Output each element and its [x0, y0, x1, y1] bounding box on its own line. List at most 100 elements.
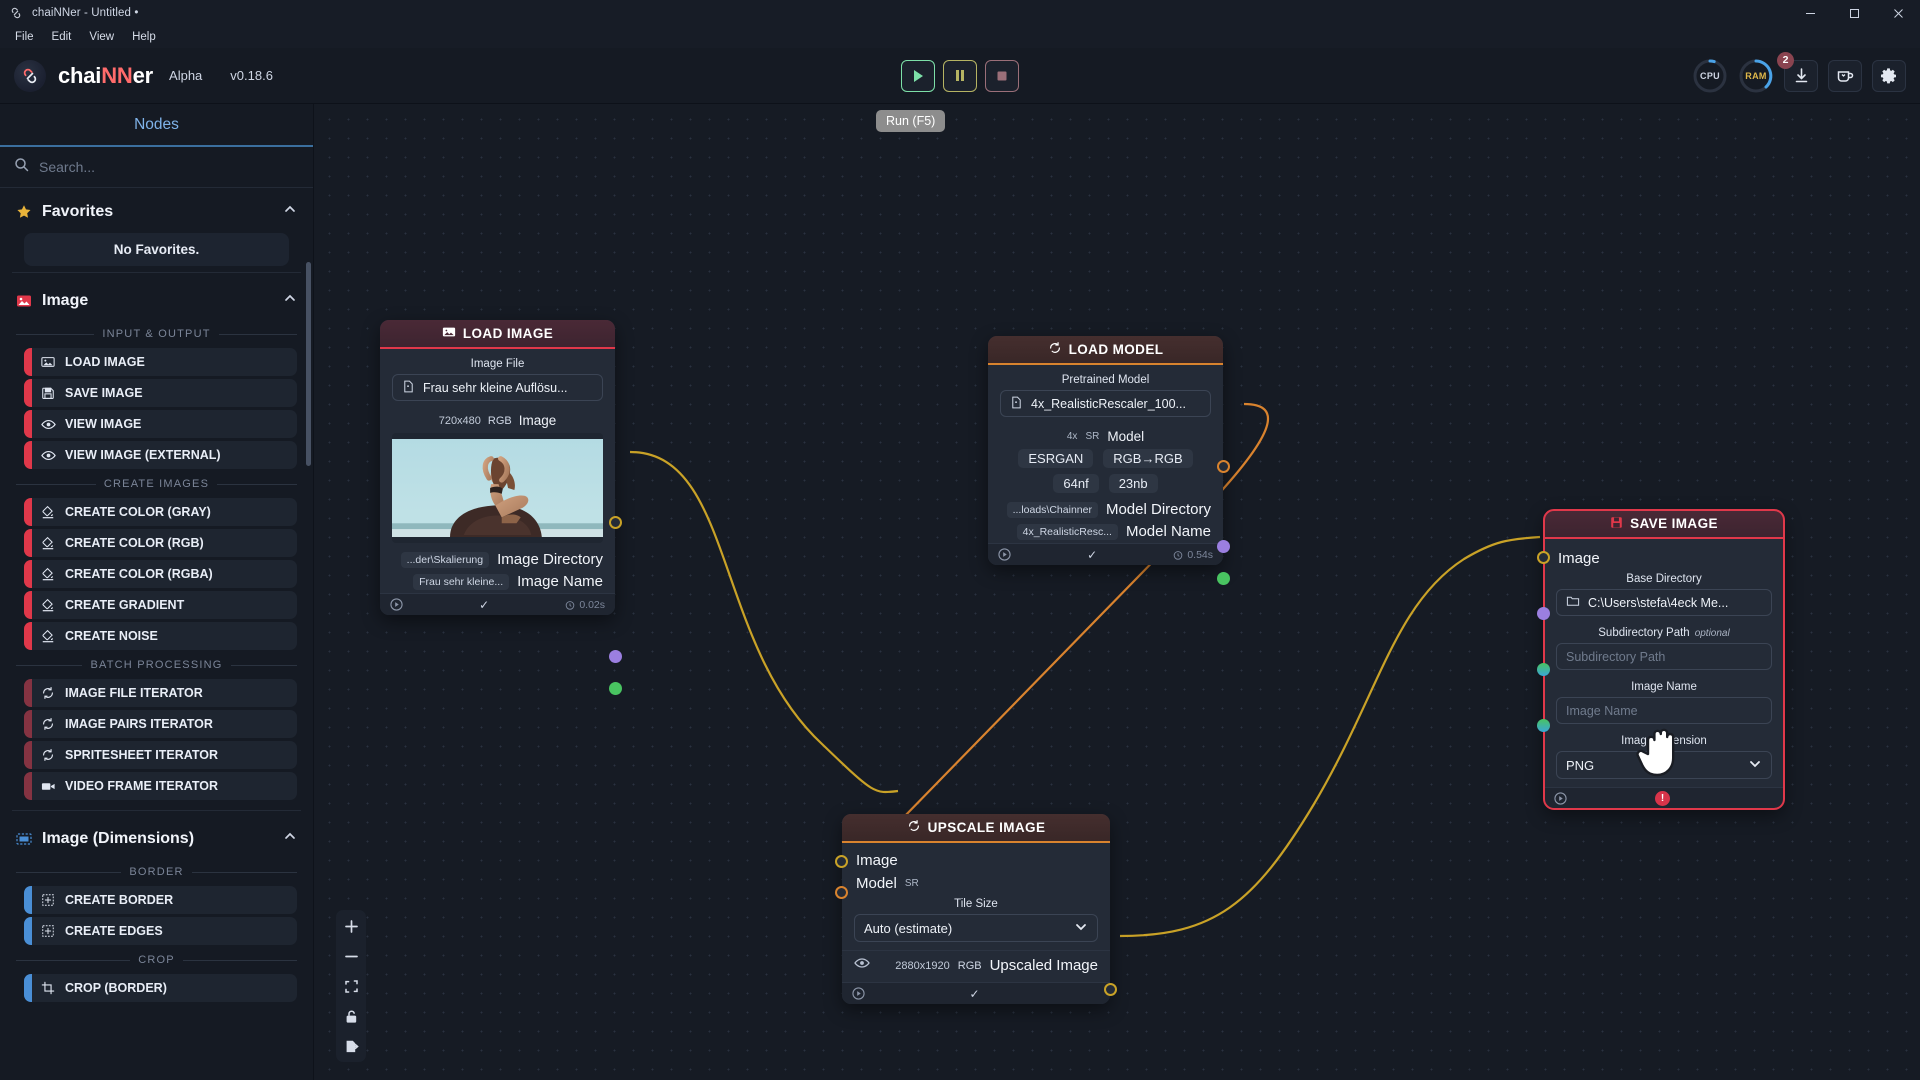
lock-button[interactable] — [340, 1006, 362, 1026]
run-node-button[interactable] — [852, 987, 865, 1000]
brand-suffix: er — [132, 62, 154, 88]
crop-icon — [40, 980, 56, 996]
sidebar-item-save-image[interactable]: SAVE IMAGE — [24, 379, 297, 407]
sidebar-category-favorites[interactable]: Favorites — [0, 188, 313, 233]
sidebar-item-image-pairs-iterator[interactable]: IMAGE PAIRS ITERATOR — [24, 710, 297, 738]
eye-icon — [40, 416, 56, 432]
maximize-icon[interactable] — [1832, 0, 1876, 26]
preview-eye-icon[interactable] — [854, 955, 870, 976]
zoom-out-button[interactable] — [340, 946, 362, 966]
close-icon[interactable] — [1876, 0, 1920, 26]
base-directory-input[interactable]: C:\Users\stefa\4eck Me... — [1556, 589, 1772, 616]
sidebar-item-view-image-external[interactable]: VIEW IMAGE (EXTERNAL) — [24, 441, 297, 469]
subdirectory-path-placeholder: Subdirectory Path — [1566, 649, 1666, 664]
download-button[interactable]: 2 — [1777, 51, 1818, 92]
node-error-badge[interactable]: ! — [1655, 791, 1670, 806]
model-architecture: ESRGAN — [1018, 449, 1094, 468]
run-button[interactable] — [901, 59, 935, 92]
sidebar-item-crop-border[interactable]: CROP (BORDER) — [24, 974, 297, 1002]
run-node-button[interactable] — [998, 548, 1011, 561]
field-label-tile-size: Tile Size — [954, 898, 998, 910]
input-model-label: Model — [856, 875, 897, 892]
node-upscale-image[interactable]: UPSCALE IMAGE Image Model SR Tile Size A… — [835, 814, 1117, 1004]
sidebar-item-video-frame-iterator[interactable]: VIDEO FRAME ITERATOR — [24, 772, 297, 800]
input-handle-model[interactable] — [835, 886, 848, 899]
sidebar-group-label: INPUT & OUTPUT — [102, 328, 211, 340]
sidebar-item-create-gradient[interactable]: CREATE GRADIENT — [24, 591, 297, 619]
node-header[interactable]: LOAD MODEL — [988, 336, 1223, 365]
search-input[interactable] — [39, 159, 299, 175]
sidebar-category-image-dimensions[interactable]: Image (Dimensions) — [0, 815, 313, 860]
model-kind: SR — [1085, 431, 1100, 442]
node-footer: ✓ 0.54s — [988, 543, 1223, 565]
download-badge: 2 — [1777, 51, 1794, 69]
video-icon — [40, 778, 56, 794]
input-handle-image-name[interactable] — [1537, 719, 1550, 732]
brand-alpha-label: Alpha — [169, 68, 203, 83]
sidebar-item-create-edges[interactable]: CREATE EDGES — [24, 917, 297, 945]
menu-view[interactable]: View — [80, 29, 123, 45]
output-handle-image-name[interactable] — [609, 682, 622, 695]
output-handle-model-name[interactable] — [1217, 572, 1230, 585]
subdirectory-path-input[interactable]: Subdirectory Path — [1556, 643, 1772, 670]
sidebar-item-image-file-iterator[interactable]: IMAGE FILE ITERATOR — [24, 679, 297, 707]
sidebar-item-create-color-rgba[interactable]: CREATE COLOR (RGBA) — [24, 560, 297, 588]
upscaled-image-label: Upscaled Image — [989, 957, 1098, 974]
sidebar-item-spritesheet-iterator[interactable]: SPRITESHEET ITERATOR — [24, 741, 297, 769]
node-status-check: ✓ — [479, 597, 490, 612]
output-handle-upscaled-image[interactable] — [1104, 983, 1117, 996]
node-load-image[interactable]: LOAD IMAGE Image File Frau sehr kleine A… — [380, 320, 622, 695]
input-handle-image[interactable] — [1537, 551, 1550, 564]
border-icon — [40, 892, 56, 908]
border-icon — [40, 923, 56, 939]
menu-help[interactable]: Help — [123, 29, 165, 45]
cpu-gauge: CPU — [1692, 58, 1728, 94]
sidebar-scrollbar[interactable] — [306, 262, 311, 466]
sidebar-item-view-image[interactable]: VIEW IMAGE — [24, 410, 297, 438]
pause-button[interactable] — [943, 59, 977, 92]
output-handle-model-directory[interactable] — [1217, 540, 1230, 553]
node-exec-time-value: 0.02s — [579, 598, 605, 611]
sidebar-category-image[interactable]: Image — [0, 277, 313, 322]
settings-gear-button[interactable] — [1872, 59, 1906, 92]
tile-size-select[interactable]: Auto (estimate) — [854, 914, 1098, 942]
donate-coffee-button[interactable] — [1828, 59, 1862, 92]
menu-file[interactable]: File — [6, 29, 43, 45]
node-graph-canvas[interactable]: LOAD IMAGE Image File Frau sehr kleine A… — [314, 104, 1920, 1080]
sidebar-scroll-area: Favorites No Favorites. Image INPUT & OU… — [0, 188, 313, 1080]
output-handle-image[interactable] — [609, 516, 622, 529]
menu-edit[interactable]: Edit — [43, 29, 81, 45]
input-handle-image[interactable] — [835, 855, 848, 868]
output-handle-model[interactable] — [1217, 460, 1230, 473]
sidebar-item-create-color-rgb[interactable]: CREATE COLOR (RGB) — [24, 529, 297, 557]
sidebar-item-load-image[interactable]: LOAD IMAGE — [24, 348, 297, 376]
output-handle-image-directory[interactable] — [609, 650, 622, 663]
sidebar-item-create-noise[interactable]: CREATE NOISE — [24, 622, 297, 650]
sidebar-item-create-color-gray[interactable]: CREATE COLOR (GRAY) — [24, 498, 297, 526]
save-icon — [40, 385, 56, 401]
stop-button[interactable] — [985, 59, 1019, 92]
node-header[interactable]: UPSCALE IMAGE — [842, 814, 1110, 843]
app-header: chaiNNer Alpha v0.18.6 CPU RAM 2 — [0, 48, 1920, 104]
input-handle-base-directory[interactable] — [1537, 607, 1550, 620]
input-image-label: Image — [1558, 550, 1600, 567]
run-node-button[interactable] — [1554, 792, 1567, 805]
node-footer: ✓ — [842, 982, 1110, 1004]
node-load-model[interactable]: LOAD MODEL Pretrained Model 4x_Realistic… — [988, 336, 1230, 585]
image-file-input[interactable]: Frau sehr kleine Auflösu... — [392, 374, 603, 401]
input-handle-subdirectory-path[interactable] — [1537, 663, 1550, 676]
sidebar-item-create-border[interactable]: CREATE BORDER — [24, 886, 297, 914]
input-image-label: Image — [856, 852, 898, 869]
export-button[interactable] — [340, 1036, 362, 1056]
pretrained-model-input[interactable]: 4x_RealisticRescaler_100... — [1000, 390, 1211, 417]
window-title: chaiNNer - Untitled • — [32, 7, 139, 19]
minimize-icon[interactable] — [1788, 0, 1832, 26]
node-header[interactable]: LOAD IMAGE — [380, 320, 615, 349]
node-header[interactable]: SAVE IMAGE — [1544, 510, 1784, 539]
zoom-in-button[interactable] — [340, 916, 362, 936]
run-node-button[interactable] — [390, 598, 403, 611]
chevron-up-icon — [283, 291, 297, 310]
no-favorites-message: No Favorites. — [24, 233, 289, 266]
loop-icon — [907, 819, 921, 836]
fit-view-button[interactable] — [340, 976, 362, 996]
